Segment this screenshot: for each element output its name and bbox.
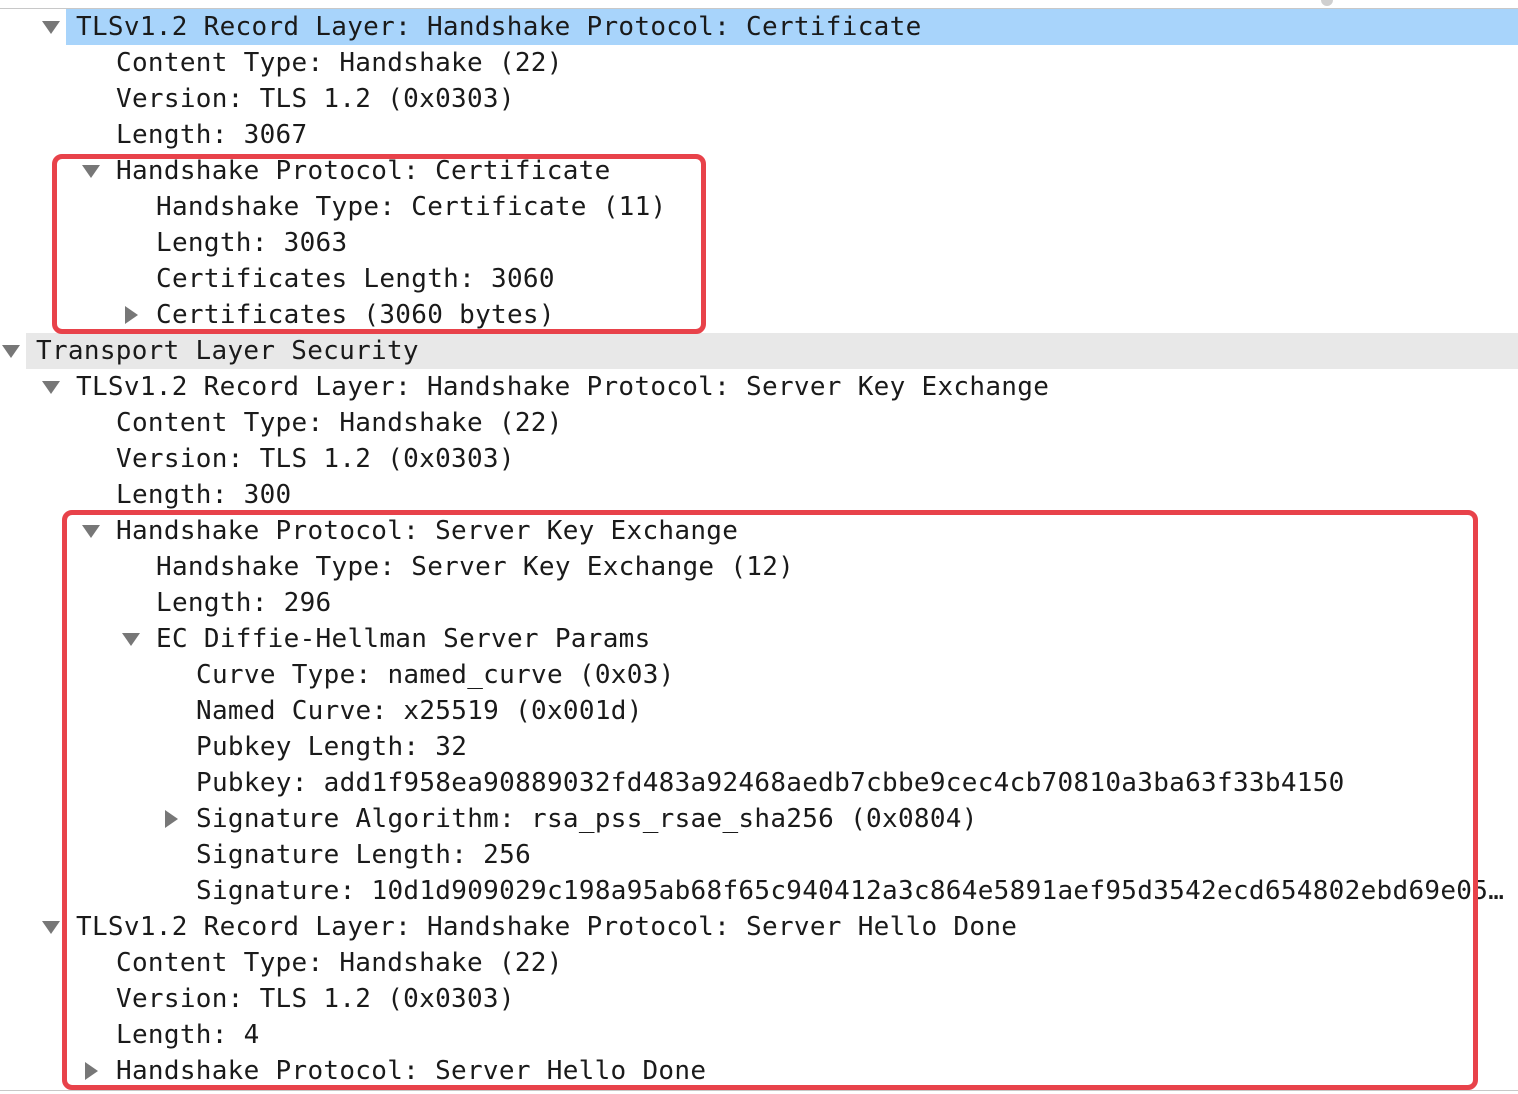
tree-row[interactable]: Content Type: Handshake (22): [0, 945, 1518, 981]
tree-row-label: Certificates (3060 bytes): [156, 300, 555, 330]
tree-row-label: Transport Layer Security: [36, 336, 419, 366]
expand-triangle-down-icon[interactable]: [40, 369, 64, 405]
tree-row[interactable]: Pubkey: add1f958ea90889032fd483a92468aed…: [0, 765, 1518, 801]
collapse-triangle-right-icon[interactable]: [160, 801, 184, 837]
pane-bottom-border: [0, 1090, 1518, 1091]
tree-row[interactable]: Length: 3067: [0, 117, 1518, 153]
tree-row-label: Handshake Type: Certificate (11): [156, 192, 667, 222]
tree-row-label: Length: 4: [116, 1020, 260, 1050]
tree-row-label: Handshake Protocol: Server Key Exchange: [116, 516, 739, 546]
tree-row[interactable]: Curve Type: named_curve (0x03): [0, 657, 1518, 693]
tree-row[interactable]: Handshake Protocol: Server Hello Done: [0, 1053, 1518, 1089]
tree-row[interactable]: Length: 296: [0, 585, 1518, 621]
tree-row-label: Handshake Protocol: Certificate: [116, 156, 611, 186]
tree-row[interactable]: TLSv1.2 Record Layer: Handshake Protocol…: [0, 369, 1518, 405]
tree-row[interactable]: Handshake Protocol: Certificate: [0, 153, 1518, 189]
tree-row[interactable]: Handshake Type: Server Key Exchange (12): [0, 549, 1518, 585]
tree-row-label: Pubkey Length: 32: [196, 732, 468, 762]
tree-row-label: Certificates Length: 3060: [156, 264, 555, 294]
expand-triangle-down-icon[interactable]: [0, 333, 24, 369]
tree-row-label: Version: TLS 1.2 (0x0303): [116, 84, 515, 114]
tree-row[interactable]: Handshake Type: Certificate (11): [0, 189, 1518, 225]
tree-row[interactable]: Certificates Length: 3060: [0, 261, 1518, 297]
tree-row[interactable]: TLSv1.2 Record Layer: Handshake Protocol…: [0, 9, 1518, 45]
pane-top-border: [0, 0, 1518, 9]
tree-row-label: Length: 300: [116, 480, 292, 510]
tree-row[interactable]: Content Type: Handshake (22): [0, 405, 1518, 441]
expand-triangle-down-icon[interactable]: [120, 621, 144, 657]
tree-row-label: Content Type: Handshake (22): [116, 48, 563, 78]
tree-row[interactable]: Version: TLS 1.2 (0x0303): [0, 81, 1518, 117]
tree-row-label: EC Diffie-Hellman Server Params: [156, 624, 651, 654]
tree-row-label: Length: 296: [156, 588, 332, 618]
expand-triangle-down-icon[interactable]: [40, 909, 64, 945]
tree-row[interactable]: Length: 4: [0, 1017, 1518, 1053]
tree-row-label: Length: 3067: [116, 120, 308, 150]
tree-row-label: Handshake Protocol: Server Hello Done: [116, 1056, 707, 1086]
tree-row[interactable]: Version: TLS 1.2 (0x0303): [0, 441, 1518, 477]
tree-row[interactable]: TLSv1.2 Record Layer: Handshake Protocol…: [0, 909, 1518, 945]
tree-row-label: Curve Type: named_curve (0x03): [196, 660, 675, 690]
tree-row[interactable]: Handshake Protocol: Server Key Exchange: [0, 513, 1518, 549]
tree-row[interactable]: Signature Length: 256: [0, 837, 1518, 873]
tree-row-label: Named Curve: x25519 (0x001d): [196, 696, 643, 726]
expand-triangle-down-icon[interactable]: [40, 9, 64, 45]
tree-row[interactable]: Length: 300: [0, 477, 1518, 513]
collapse-triangle-right-icon[interactable]: [80, 1053, 104, 1089]
expand-triangle-down-icon[interactable]: [80, 513, 104, 549]
tree-row[interactable]: EC Diffie-Hellman Server Params: [0, 621, 1518, 657]
tree-row-label: TLSv1.2 Record Layer: Handshake Protocol…: [76, 912, 1018, 942]
tree-row[interactable]: Signature: 10d1d909029c198a95ab68f65c940…: [0, 873, 1518, 909]
tree-row-label: Signature Length: 256: [196, 840, 532, 870]
tree-row[interactable]: Named Curve: x25519 (0x001d): [0, 693, 1518, 729]
tree-row[interactable]: Pubkey Length: 32: [0, 729, 1518, 765]
packet-details-pane[interactable]: TLSv1.2 Record Layer: Handshake Protocol…: [0, 0, 1518, 1094]
tree-row-label: Signature Algorithm: rsa_pss_rsae_sha256…: [196, 804, 978, 834]
tree-row-label: Content Type: Handshake (22): [116, 408, 563, 438]
tree-row[interactable]: Transport Layer Security: [0, 333, 1518, 369]
tree-row[interactable]: Version: TLS 1.2 (0x0303): [0, 981, 1518, 1017]
tree-row-label: Length: 3063: [156, 228, 348, 258]
collapse-triangle-right-icon[interactable]: [120, 297, 144, 333]
tree-row-label: Signature: 10d1d909029c198a95ab68f65c940…: [196, 876, 1508, 906]
tree-row-label: Handshake Type: Server Key Exchange (12): [156, 552, 795, 582]
tree-row-label: TLSv1.2 Record Layer: Handshake Protocol…: [76, 12, 922, 42]
tree-row-label: Content Type: Handshake (22): [116, 948, 563, 978]
tree-row-label: Version: TLS 1.2 (0x0303): [116, 444, 515, 474]
tree-row-label: TLSv1.2 Record Layer: Handshake Protocol…: [76, 372, 1050, 402]
expand-triangle-down-icon[interactable]: [80, 153, 104, 189]
tree-row-label: Version: TLS 1.2 (0x0303): [116, 984, 515, 1014]
tree-row[interactable]: Length: 3063: [0, 225, 1518, 261]
tree-row-label: Pubkey: add1f958ea90889032fd483a92468aed…: [196, 768, 1345, 798]
tree-row[interactable]: Content Type: Handshake (22): [0, 45, 1518, 81]
tree-row[interactable]: Signature Algorithm: rsa_pss_rsae_sha256…: [0, 801, 1518, 837]
tree-row[interactable]: Certificates (3060 bytes): [0, 297, 1518, 333]
